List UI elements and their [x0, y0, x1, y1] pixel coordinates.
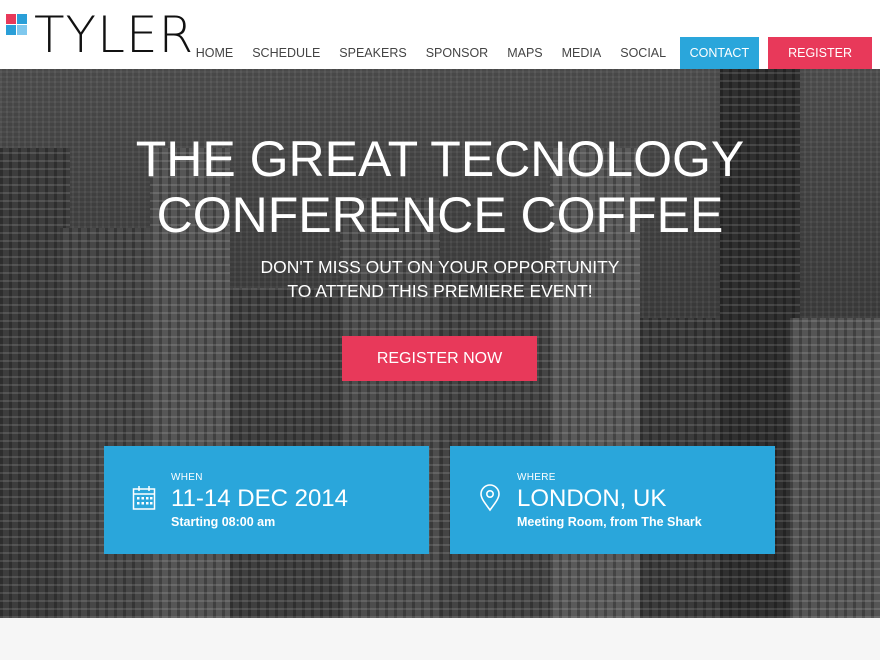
main-nav: HOME SCHEDULE SPEAKERS SPONSOR MAPS MEDI…: [186, 37, 872, 69]
where-value: LONDON, UK: [517, 485, 667, 512]
where-card: WHERE LONDON, UK Meeting Room, from The …: [450, 446, 775, 554]
page-bottom-section: [0, 618, 880, 660]
logo-mark-icon: [6, 14, 28, 36]
when-label: WHEN: [171, 472, 203, 483]
register-button[interactable]: REGISTER: [768, 37, 872, 69]
hero-title-line-1: THE GREAT TECNOLOGY: [135, 131, 745, 187]
hero-title-line-2: CONFERENCE COFFEE: [156, 187, 724, 243]
nav-item-maps[interactable]: MAPS: [498, 37, 552, 69]
register-now-button[interactable]: REGISTER NOW: [342, 336, 537, 381]
where-label: WHERE: [517, 472, 556, 483]
nav-item-media[interactable]: MEDIA: [552, 37, 611, 69]
hero-subtitle: DON'T MISS OUT ON YOUR OPPORTUNITY TO AT…: [0, 255, 880, 303]
hero-subtitle-line-2: TO ATTEND THIS PREMIERE EVENT!: [287, 281, 593, 301]
site-header: TYLER HOME SCHEDULE SPEAKERS SPONSOR MAP…: [0, 0, 880, 69]
nav-item-home[interactable]: HOME: [186, 37, 243, 69]
calendar-icon: [132, 486, 156, 510]
nav-item-speakers[interactable]: SPEAKERS: [330, 37, 416, 69]
where-detail: Meeting Room, from The Shark: [517, 515, 702, 529]
nav-item-sponsor[interactable]: SPONSOR: [416, 37, 498, 69]
logo[interactable]: TYLER: [6, 10, 194, 60]
logo-text: TYLER: [34, 6, 195, 64]
hero-banner: THE GREAT TECNOLOGY CONFERENCE COFFEE DO…: [0, 69, 880, 618]
when-card: WHEN 11-14 DEC 2014 Starting 08:00 am: [104, 446, 429, 554]
nav-item-social[interactable]: SOCIAL: [611, 37, 676, 69]
when-value: 11-14 DEC 2014: [171, 485, 348, 512]
hero-subtitle-line-1: DON'T MISS OUT ON YOUR OPPORTUNITY: [260, 257, 620, 277]
hero-title: THE GREAT TECNOLOGY CONFERENCE COFFEE: [0, 131, 880, 243]
map-pin-icon: [480, 484, 500, 512]
when-detail: Starting 08:00 am: [171, 515, 276, 529]
nav-item-schedule[interactable]: SCHEDULE: [243, 37, 330, 69]
contact-button[interactable]: CONTACT: [679, 37, 760, 69]
